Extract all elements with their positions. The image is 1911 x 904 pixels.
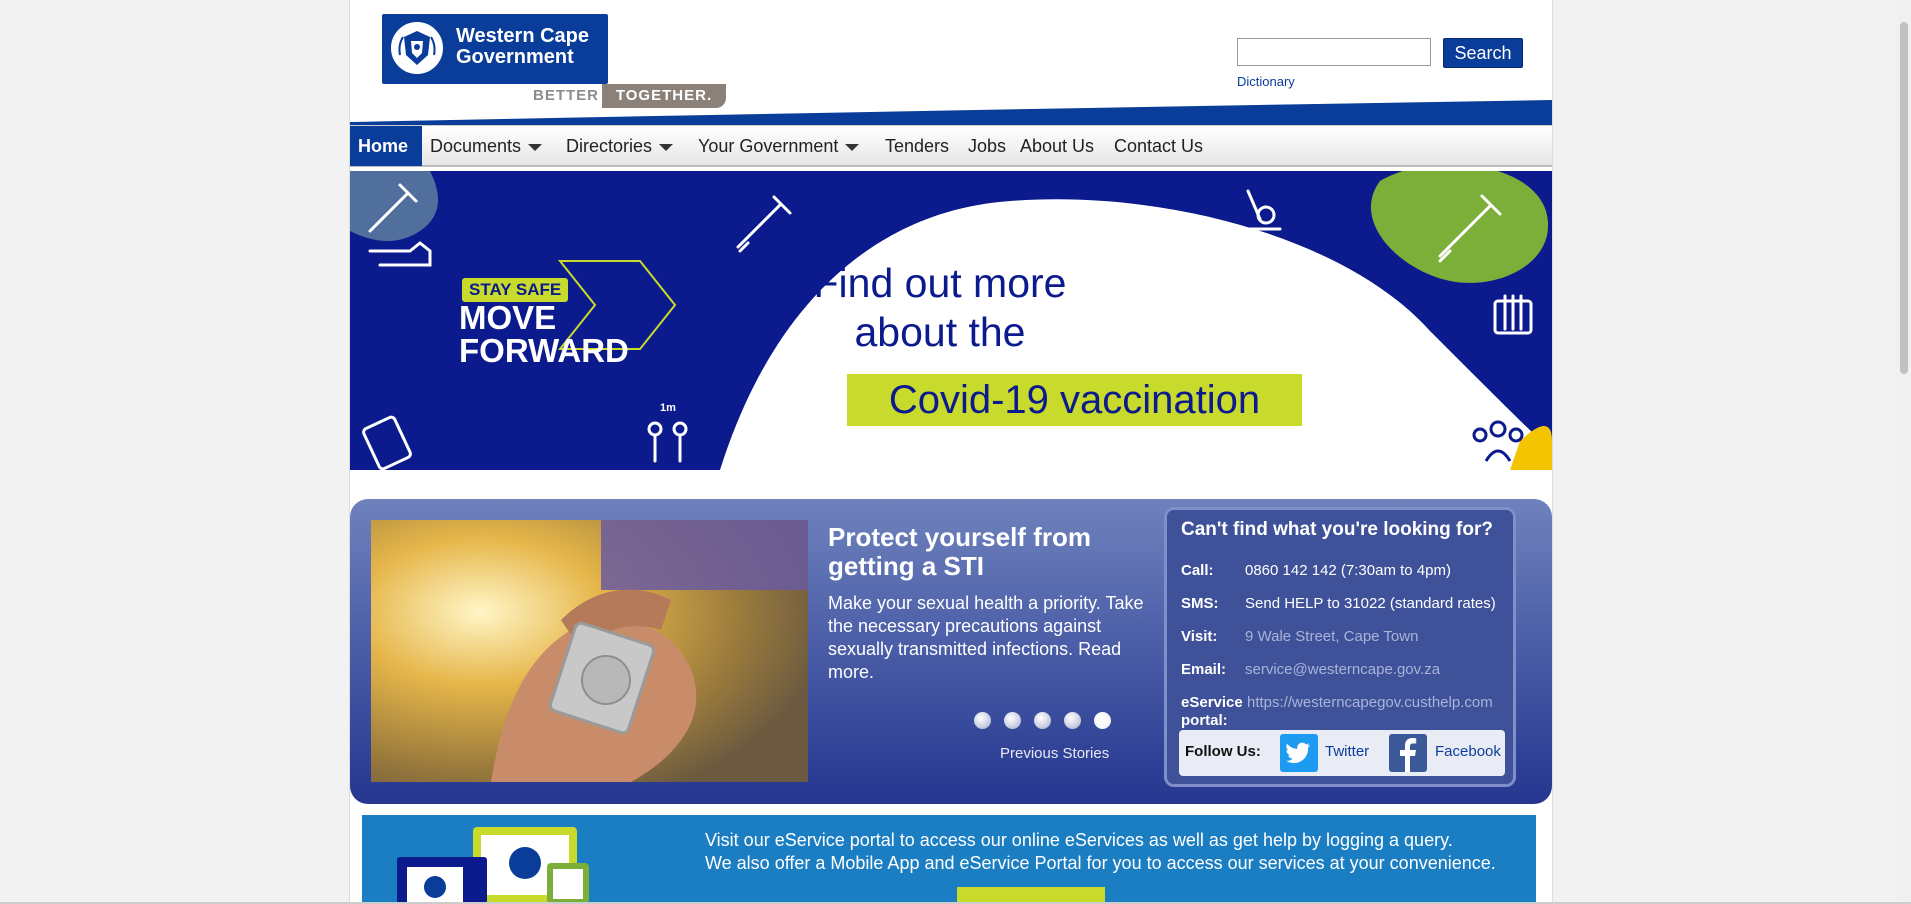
- slogan-line-2: FORWARD: [459, 332, 629, 369]
- nav-contact-us[interactable]: Contact Us: [1106, 126, 1211, 166]
- nav-about-us-label: About Us: [1020, 136, 1095, 156]
- email-link[interactable]: service@westerncape.gov.za: [1245, 661, 1440, 679]
- nav-directories-label: Directories: [566, 136, 653, 156]
- eservice-portal-link[interactable]: https://westerncapegov.custhelp.com: [1247, 694, 1493, 712]
- sms-label: SMS:: [1181, 595, 1219, 612]
- covid-vaccination-banner[interactable]: STAY SAFE MOVE FORWARD 1m Find out more …: [350, 171, 1552, 470]
- header: Western Cape Government BETTER TOGETHER.…: [350, 0, 1552, 126]
- nav-about-us[interactable]: About Us: [1012, 126, 1102, 166]
- scrollbar-thumb[interactable]: [1900, 22, 1908, 374]
- nav-jobs-label: Jobs: [968, 136, 1007, 156]
- previous-stories-link[interactable]: Previous Stories: [1000, 745, 1109, 762]
- slide-dot-2[interactable]: [1004, 712, 1021, 729]
- move-forward-slogan: MOVE FORWARD: [459, 301, 679, 367]
- featured-stories-panel: Protect yourself from getting a STI Make…: [350, 499, 1552, 804]
- eservice-description: Visit our eService portal to access our …: [705, 829, 1496, 875]
- slide-dot-1[interactable]: [974, 712, 991, 729]
- follow-us-bar: Follow Us: Twitter Facebook: [1179, 730, 1505, 776]
- caret-down-icon: [528, 143, 543, 151]
- page: Western Cape Government BETTER TOGETHER.…: [349, 0, 1553, 904]
- visit-label: Visit:: [1181, 628, 1218, 645]
- twitter-icon[interactable]: [1280, 734, 1318, 772]
- eservice-line-2: We also offer a Mobile App and eService …: [705, 853, 1496, 873]
- search-input[interactable]: [1237, 38, 1431, 66]
- follow-us-label: Follow Us:: [1185, 743, 1261, 760]
- facebook-icon[interactable]: [1389, 734, 1427, 772]
- slide-dot-3[interactable]: [1034, 712, 1051, 729]
- twitter-link[interactable]: Twitter: [1325, 743, 1369, 760]
- email-label: Email:: [1181, 661, 1227, 678]
- caret-down-icon: [659, 143, 674, 151]
- eservice-label-line-2: portal:: [1181, 712, 1228, 729]
- nav-documents-label: Documents: [430, 136, 522, 156]
- slogan-line-1: MOVE: [459, 299, 557, 336]
- caret-down-icon: [845, 143, 860, 151]
- vertical-scrollbar[interactable]: [1897, 0, 1911, 904]
- nav-documents[interactable]: Documents: [422, 126, 550, 166]
- story-image[interactable]: [371, 520, 808, 782]
- headline-line-1: Find out more: [813, 260, 1067, 306]
- nav-tenders[interactable]: Tenders: [877, 126, 957, 166]
- nav-directories[interactable]: Directories: [558, 126, 681, 166]
- nav-your-government[interactable]: Your Government: [690, 126, 867, 166]
- contact-box: Can't find what you're looking for? Call…: [1164, 507, 1516, 787]
- distance-label: 1m: [660, 402, 676, 414]
- logo-name: Western Cape Government: [456, 25, 590, 68]
- call-label: Call:: [1181, 562, 1214, 579]
- site-logo[interactable]: Western Cape Government: [382, 14, 608, 84]
- search-button[interactable]: Search: [1443, 38, 1523, 68]
- nav-jobs[interactable]: Jobs: [960, 126, 1014, 166]
- story-title[interactable]: Protect yourself from getting a STI: [828, 523, 1128, 581]
- dictionary-link[interactable]: Dictionary: [1237, 74, 1295, 89]
- nav-home-label: Home: [358, 136, 409, 156]
- nav-your-government-label: Your Government: [698, 136, 839, 156]
- slide-dot-5[interactable]: [1094, 712, 1111, 729]
- nav-home[interactable]: Home: [350, 126, 422, 166]
- eservice-strip: Visit our eService portal to access our …: [362, 815, 1536, 904]
- banner-headline: Find out more about the: [790, 259, 1090, 357]
- header-swoosh: [350, 100, 1552, 126]
- facebook-link[interactable]: Facebook: [1435, 743, 1501, 760]
- call-value: 0860 142 142 (7:30am to 4pm): [1245, 562, 1451, 579]
- nav-contact-us-label: Contact Us: [1114, 136, 1204, 156]
- eservice-label: eService portal:: [1181, 694, 1245, 730]
- eservice-line-1: Visit our eService portal to access our …: [705, 830, 1453, 850]
- covid-vaccination-highlight: Covid-19 vaccination: [847, 374, 1302, 426]
- main-nav: Home Documents Directories Your Governme…: [350, 125, 1552, 167]
- coat-of-arms-icon: [389, 20, 445, 76]
- sms-value: Send HELP to 31022 (standard rates): [1245, 595, 1496, 612]
- contact-title: Can't find what you're looking for?: [1181, 519, 1493, 540]
- nav-tenders-label: Tenders: [885, 136, 950, 156]
- slide-dot-4[interactable]: [1064, 712, 1081, 729]
- story-summary[interactable]: Make your sexual health a priority. Take…: [828, 592, 1153, 684]
- headline-line-2: about the: [854, 309, 1026, 355]
- eservice-label-line-1: eService: [1181, 694, 1243, 711]
- visit-link[interactable]: 9 Wale Street, Cape Town: [1245, 628, 1418, 646]
- devices-illustration: [397, 827, 589, 904]
